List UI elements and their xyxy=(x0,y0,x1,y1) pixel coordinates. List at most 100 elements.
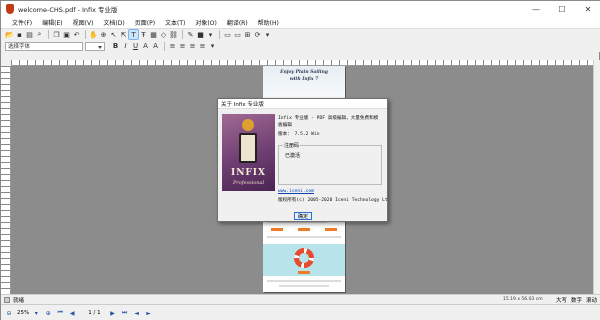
forward-icon[interactable]: ► xyxy=(145,309,153,317)
menu-view[interactable]: 视图(V) xyxy=(68,18,99,27)
copyright-text: 版权所有(c) 2005-2020 Iceni Technology Lt xyxy=(278,198,388,203)
save-icon[interactable]: ▪ xyxy=(15,30,24,39)
page-button xyxy=(325,228,337,231)
zoom-level[interactable]: 25% xyxy=(17,310,29,316)
toolbar-separator xyxy=(164,41,165,51)
ok-button[interactable]: 确定 xyxy=(294,212,312,220)
font-color-icon[interactable]: A xyxy=(151,42,160,51)
page-next-icon[interactable]: ▭ xyxy=(233,30,242,39)
caps-indicator: 大写 xyxy=(555,297,567,304)
first-page-icon[interactable]: ⏮ xyxy=(56,309,64,317)
paste-icon[interactable]: ▣ xyxy=(62,30,71,39)
toolbar-separator xyxy=(182,30,183,39)
vertical-scrollbar[interactable] xyxy=(593,60,600,294)
color-dropdown-icon[interactable]: ▾ xyxy=(206,30,215,39)
version-row: 版本： 7.5.2 Win xyxy=(278,131,319,137)
move-arrow-icon[interactable]: ⇱ xyxy=(119,30,128,39)
font-size-select[interactable] xyxy=(85,41,105,51)
num-indicator: 数字 xyxy=(570,297,582,304)
more-format-icon[interactable]: ▾ xyxy=(208,42,217,51)
maximize-button[interactable]: ☐ xyxy=(549,1,575,17)
copy-icon[interactable]: ❐ xyxy=(52,30,61,39)
shape-tool-icon[interactable]: ◇ xyxy=(159,30,168,39)
status-icon xyxy=(4,296,10,303)
infix-i-logo-icon xyxy=(236,119,260,166)
cursor-coordinates: 15.19 x 56.03 cm xyxy=(503,297,543,302)
text-block-icon[interactable]: Ŧ xyxy=(139,30,148,39)
scroll-indicator: 滚动 xyxy=(585,297,597,304)
version-label: 版本： xyxy=(278,132,292,137)
menu-translate[interactable]: 翻译(R) xyxy=(222,18,253,27)
page-add-icon[interactable]: ⊞ xyxy=(243,30,252,39)
justify-icon[interactable]: ≡ xyxy=(198,42,207,51)
registration-label: 注册码 xyxy=(283,142,301,149)
print-icon[interactable]: ▤ xyxy=(25,30,34,39)
underline-icon[interactable]: U xyxy=(131,42,140,51)
page-button xyxy=(298,271,310,274)
menu-help[interactable]: 帮助(H) xyxy=(253,18,284,27)
about-dialog: 关于 Infix 专业版 INFIX Professional Infix 专业… xyxy=(217,98,388,222)
menu-edit[interactable]: 编辑(E) xyxy=(37,18,67,27)
zoom-tool-icon[interactable]: ⊕ xyxy=(99,30,108,39)
close-button[interactable]: ✕ xyxy=(575,1,600,17)
menu-bar: 文件(F) 编辑(E) 视图(V) 文档(D) 页面(P) 文本(T) 对象(O… xyxy=(1,17,600,28)
undo-icon[interactable]: ↶ xyxy=(72,30,81,39)
product-line-2: 板编辑 xyxy=(278,123,292,128)
status-bar: 就绪 15.19 x 56.03 cm 大写 数字 滚动 xyxy=(1,294,600,304)
page-text-row xyxy=(267,236,341,238)
align-right-icon[interactable]: ≡ xyxy=(188,42,197,51)
last-page-icon[interactable]: ⏭ xyxy=(121,309,129,317)
text-tool-icon[interactable]: T xyxy=(128,29,139,40)
align-center-icon[interactable]: ≡ xyxy=(178,42,187,51)
bold-icon[interactable]: B xyxy=(111,42,120,51)
minimize-button[interactable]: — xyxy=(523,1,549,17)
eyedropper-icon[interactable]: ✎ xyxy=(186,30,195,39)
hand-tool-icon[interactable]: ✋ xyxy=(89,30,98,39)
infix-app-icon xyxy=(6,4,14,14)
zoom-icon[interactable]: ⊖ xyxy=(5,309,13,317)
zoom-dropdown-icon[interactable]: ▾ xyxy=(32,309,40,317)
prev-page-icon[interactable]: ◀ xyxy=(68,309,76,317)
menu-page[interactable]: 页面(P) xyxy=(130,18,160,27)
website-link[interactable]: www.iceni.com xyxy=(278,189,314,194)
page-prev-icon[interactable]: ▭ xyxy=(223,30,232,39)
page-hero: Enjoy Plain Sailing with Infix 7 xyxy=(263,66,345,102)
image-tool-icon[interactable]: ▦ xyxy=(149,30,158,39)
toolbar-separator xyxy=(219,30,220,39)
hero-line-2: with Infix 7 xyxy=(289,77,319,82)
more-tools-icon[interactable]: ▾ xyxy=(263,30,272,39)
format-toolbar: 选择字体 B I U A A ≡ ≡ ≡ ≡ ▾ xyxy=(1,40,600,52)
page-text-row xyxy=(267,280,341,282)
version-value: 7.5.2 Win xyxy=(294,132,320,137)
page-rotate-icon[interactable]: ⟳ xyxy=(253,30,262,39)
lifebuoy-icon xyxy=(294,248,314,268)
menu-document[interactable]: 文档(D) xyxy=(98,18,129,27)
page-text-row xyxy=(279,285,329,287)
page-button xyxy=(271,228,283,231)
menu-file[interactable]: 文件(F) xyxy=(7,18,37,27)
open-folder-icon[interactable]: 📂 xyxy=(5,30,14,39)
align-left-icon[interactable]: ≡ xyxy=(168,42,177,51)
superscript-icon[interactable]: A xyxy=(141,42,150,51)
font-select[interactable]: 选择字体 xyxy=(5,41,83,51)
find-icon[interactable]: ⌕ xyxy=(35,30,44,39)
page-button xyxy=(298,228,310,231)
infix-logo: INFIX Professional xyxy=(222,114,275,191)
select-arrow-icon[interactable]: ↖ xyxy=(109,30,118,39)
navigation-bar: ⊖ 25% ▾ ⊕ ⏮ ◀ 1 / 1 ▶ ⏭ ◄ ► xyxy=(1,304,600,320)
back-icon[interactable]: ◄ xyxy=(133,309,141,317)
link-tool-icon[interactable]: ⛓ xyxy=(169,30,178,39)
zoom-in-icon[interactable]: ⊕ xyxy=(44,309,52,317)
page-number[interactable]: 1 / 1 xyxy=(88,310,100,316)
main-toolbar: 📂 ▪ ▤ ⌕ ❐ ▣ ↶ ✋ ⊕ ↖ ⇱ T Ŧ ▦ ◇ ⛓ ✎ ■ ▾ ▭ … xyxy=(1,28,600,40)
hero-line-1: Enjoy Plain Sailing xyxy=(280,70,328,75)
italic-icon[interactable]: I xyxy=(121,42,130,51)
app-window: welcome-CHS.pdf - Infix 专业版 — ☐ ✕ 文件(F) … xyxy=(0,0,600,320)
next-page-icon[interactable]: ▶ xyxy=(109,309,117,317)
status-text: 就绪 xyxy=(13,297,25,304)
font-placeholder: 选择字体 xyxy=(8,44,31,50)
color-swatch-icon[interactable]: ■ xyxy=(196,30,205,39)
menu-object[interactable]: 对象(O) xyxy=(190,18,221,27)
menu-text[interactable]: 文本(T) xyxy=(160,18,190,27)
toolbar-separator xyxy=(85,30,86,39)
